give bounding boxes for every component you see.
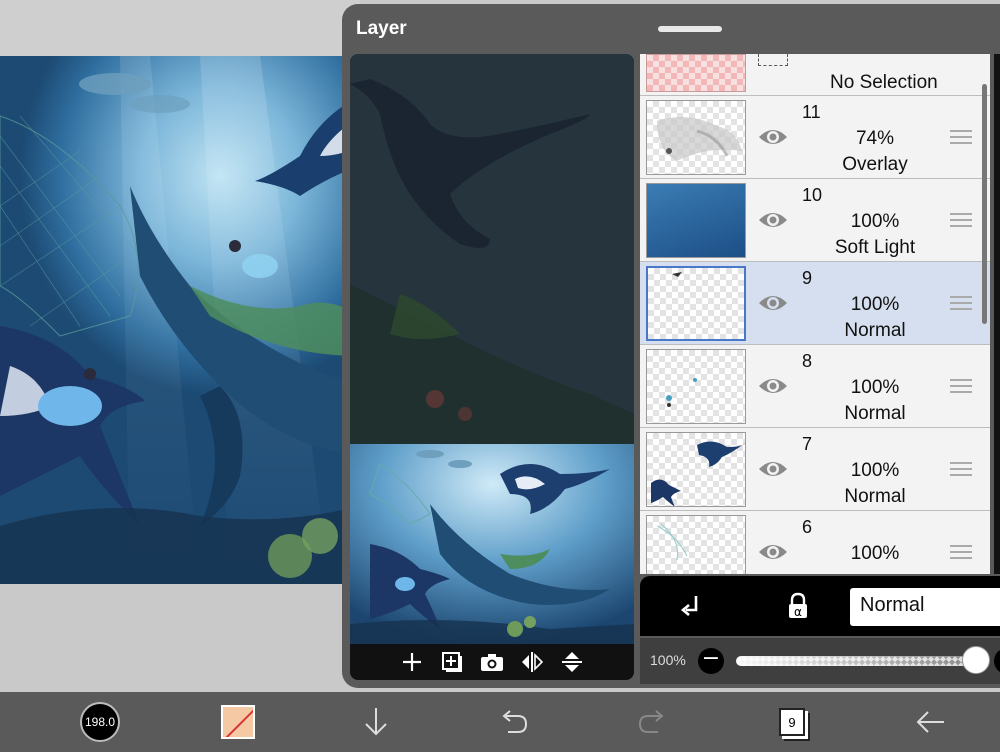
- layer-number: 10: [802, 185, 823, 205]
- layer-thumbnail: [646, 183, 746, 258]
- color-swatch: [221, 705, 255, 739]
- drag-handle-icon[interactable]: [950, 296, 972, 310]
- no-selection-label: No Selection: [830, 72, 938, 93]
- drag-handle-icon[interactable]: [950, 379, 972, 393]
- alpha-lock-icon[interactable]: α: [782, 590, 814, 622]
- svg-text:α: α: [794, 605, 802, 619]
- drawing-canvas[interactable]: [0, 56, 360, 584]
- undo-button[interactable]: [494, 702, 534, 742]
- brush-size-button[interactable]: 198.0: [80, 702, 120, 742]
- drag-handle-icon[interactable]: [950, 545, 972, 559]
- layer-thumbnail: [646, 349, 746, 424]
- menu-down-button[interactable]: [356, 702, 396, 742]
- layer-panel: Layer No Selection 11 74% Overlay 10 100…: [342, 4, 1000, 688]
- visibility-eye-icon[interactable]: [758, 458, 788, 480]
- flip-horizontal-button[interactable]: [519, 649, 545, 675]
- duplicate-layer-button[interactable]: [439, 649, 465, 675]
- blend-mode-select[interactable]: Normal: [850, 588, 1000, 626]
- flip-vertical-button[interactable]: [559, 649, 585, 675]
- selection-icon: [758, 54, 788, 66]
- opacity-increase-button[interactable]: [994, 648, 1000, 674]
- brush-size-icon: 198.0: [80, 702, 120, 742]
- layer-number: 11: [802, 102, 821, 122]
- layer-row[interactable]: 7 100% Normal: [640, 428, 990, 511]
- layer-opacity: 100%: [850, 460, 900, 481]
- plus-icon: [403, 653, 421, 671]
- back-button[interactable]: [910, 702, 950, 742]
- visibility-eye-icon[interactable]: [758, 541, 788, 563]
- opacity-label: 100%: [650, 652, 686, 668]
- layer-thumbnail: [646, 515, 746, 574]
- layer-blend-mode: Overlay: [842, 154, 908, 175]
- visibility-eye-icon[interactable]: [758, 126, 788, 148]
- opacity-control: 100% −: [640, 638, 1000, 684]
- selection-thumbnail: [646, 54, 746, 92]
- layer-thumbnail: [646, 100, 746, 175]
- layer-opacity: 100%: [850, 543, 900, 564]
- layer-blend-mode: Normal: [844, 486, 906, 507]
- right-side-panel: [994, 54, 1000, 574]
- add-layer-button[interactable]: [399, 649, 425, 675]
- clip-arrow-icon[interactable]: [676, 590, 708, 622]
- visibility-eye-icon[interactable]: [758, 209, 788, 231]
- bottom-toolbar: 198.0 9: [0, 692, 1000, 752]
- layers-button[interactable]: 9: [772, 702, 812, 742]
- layer-list-scrollbar[interactable]: [982, 84, 987, 324]
- canvas-margin: [0, 584, 360, 692]
- layer-opacity: 74%: [855, 128, 895, 149]
- canvas-thumbnail[interactable]: [350, 444, 634, 644]
- drag-handle-icon[interactable]: [950, 213, 972, 227]
- arrow-down-icon: [365, 708, 387, 736]
- color-button[interactable]: [218, 702, 258, 742]
- flip-horizontal-icon: [522, 652, 544, 672]
- panel-drag-handle[interactable]: [658, 26, 722, 32]
- opacity-slider-knob[interactable]: [962, 646, 990, 674]
- opacity-slider-track[interactable]: [736, 656, 976, 666]
- visibility-eye-icon[interactable]: [758, 375, 788, 397]
- camera-icon: [481, 654, 503, 671]
- blend-controls: α Normal: [640, 576, 1000, 636]
- layer-number: 8: [802, 351, 813, 371]
- layer-thumbnail: [646, 266, 746, 341]
- layer-row-selected[interactable]: 9 100% Normal: [640, 262, 990, 345]
- layer-number: 9: [802, 268, 813, 288]
- preview-toolbar: [350, 644, 634, 680]
- layer-blend-mode: Normal: [844, 403, 906, 424]
- top-strip: [0, 0, 360, 56]
- layer-blend-mode: Soft Light: [834, 237, 916, 258]
- redo-button[interactable]: [632, 702, 672, 742]
- layer-row[interactable]: 11 74% Overlay: [640, 96, 990, 179]
- selection-layer-row[interactable]: No Selection: [640, 54, 990, 96]
- layer-blend-mode: Normal: [844, 320, 906, 341]
- layers-icon: 9: [779, 708, 805, 736]
- visibility-eye-icon[interactable]: [758, 292, 788, 314]
- layer-list[interactable]: No Selection 11 74% Overlay 10 100% Soft…: [640, 54, 990, 574]
- layer-number: 7: [802, 434, 813, 454]
- canvas-artwork: [0, 56, 360, 584]
- layer-row[interactable]: 10 100% Soft Light: [640, 179, 990, 262]
- flip-vertical-icon: [562, 652, 582, 672]
- layer-opacity: 100%: [850, 377, 900, 398]
- layer-row[interactable]: 6 100%: [640, 511, 990, 574]
- redo-icon: [638, 710, 664, 733]
- layer-preview: [350, 54, 634, 444]
- add-layer-icon: [442, 652, 462, 672]
- layer-opacity: 100%: [850, 294, 900, 315]
- layer-opacity: 100%: [850, 211, 900, 232]
- opacity-decrease-button[interactable]: −: [698, 648, 724, 674]
- drag-handle-icon[interactable]: [950, 462, 972, 476]
- undo-icon: [502, 710, 528, 733]
- layer-thumbnail: [646, 432, 746, 507]
- layer-row[interactable]: 8 100% Normal: [640, 345, 990, 428]
- panel-title: Layer: [356, 18, 407, 39]
- back-arrow-icon: [916, 711, 944, 733]
- layer-number: 6: [802, 517, 813, 537]
- import-photo-button[interactable]: [479, 649, 505, 675]
- drag-handle-icon[interactable]: [950, 130, 972, 144]
